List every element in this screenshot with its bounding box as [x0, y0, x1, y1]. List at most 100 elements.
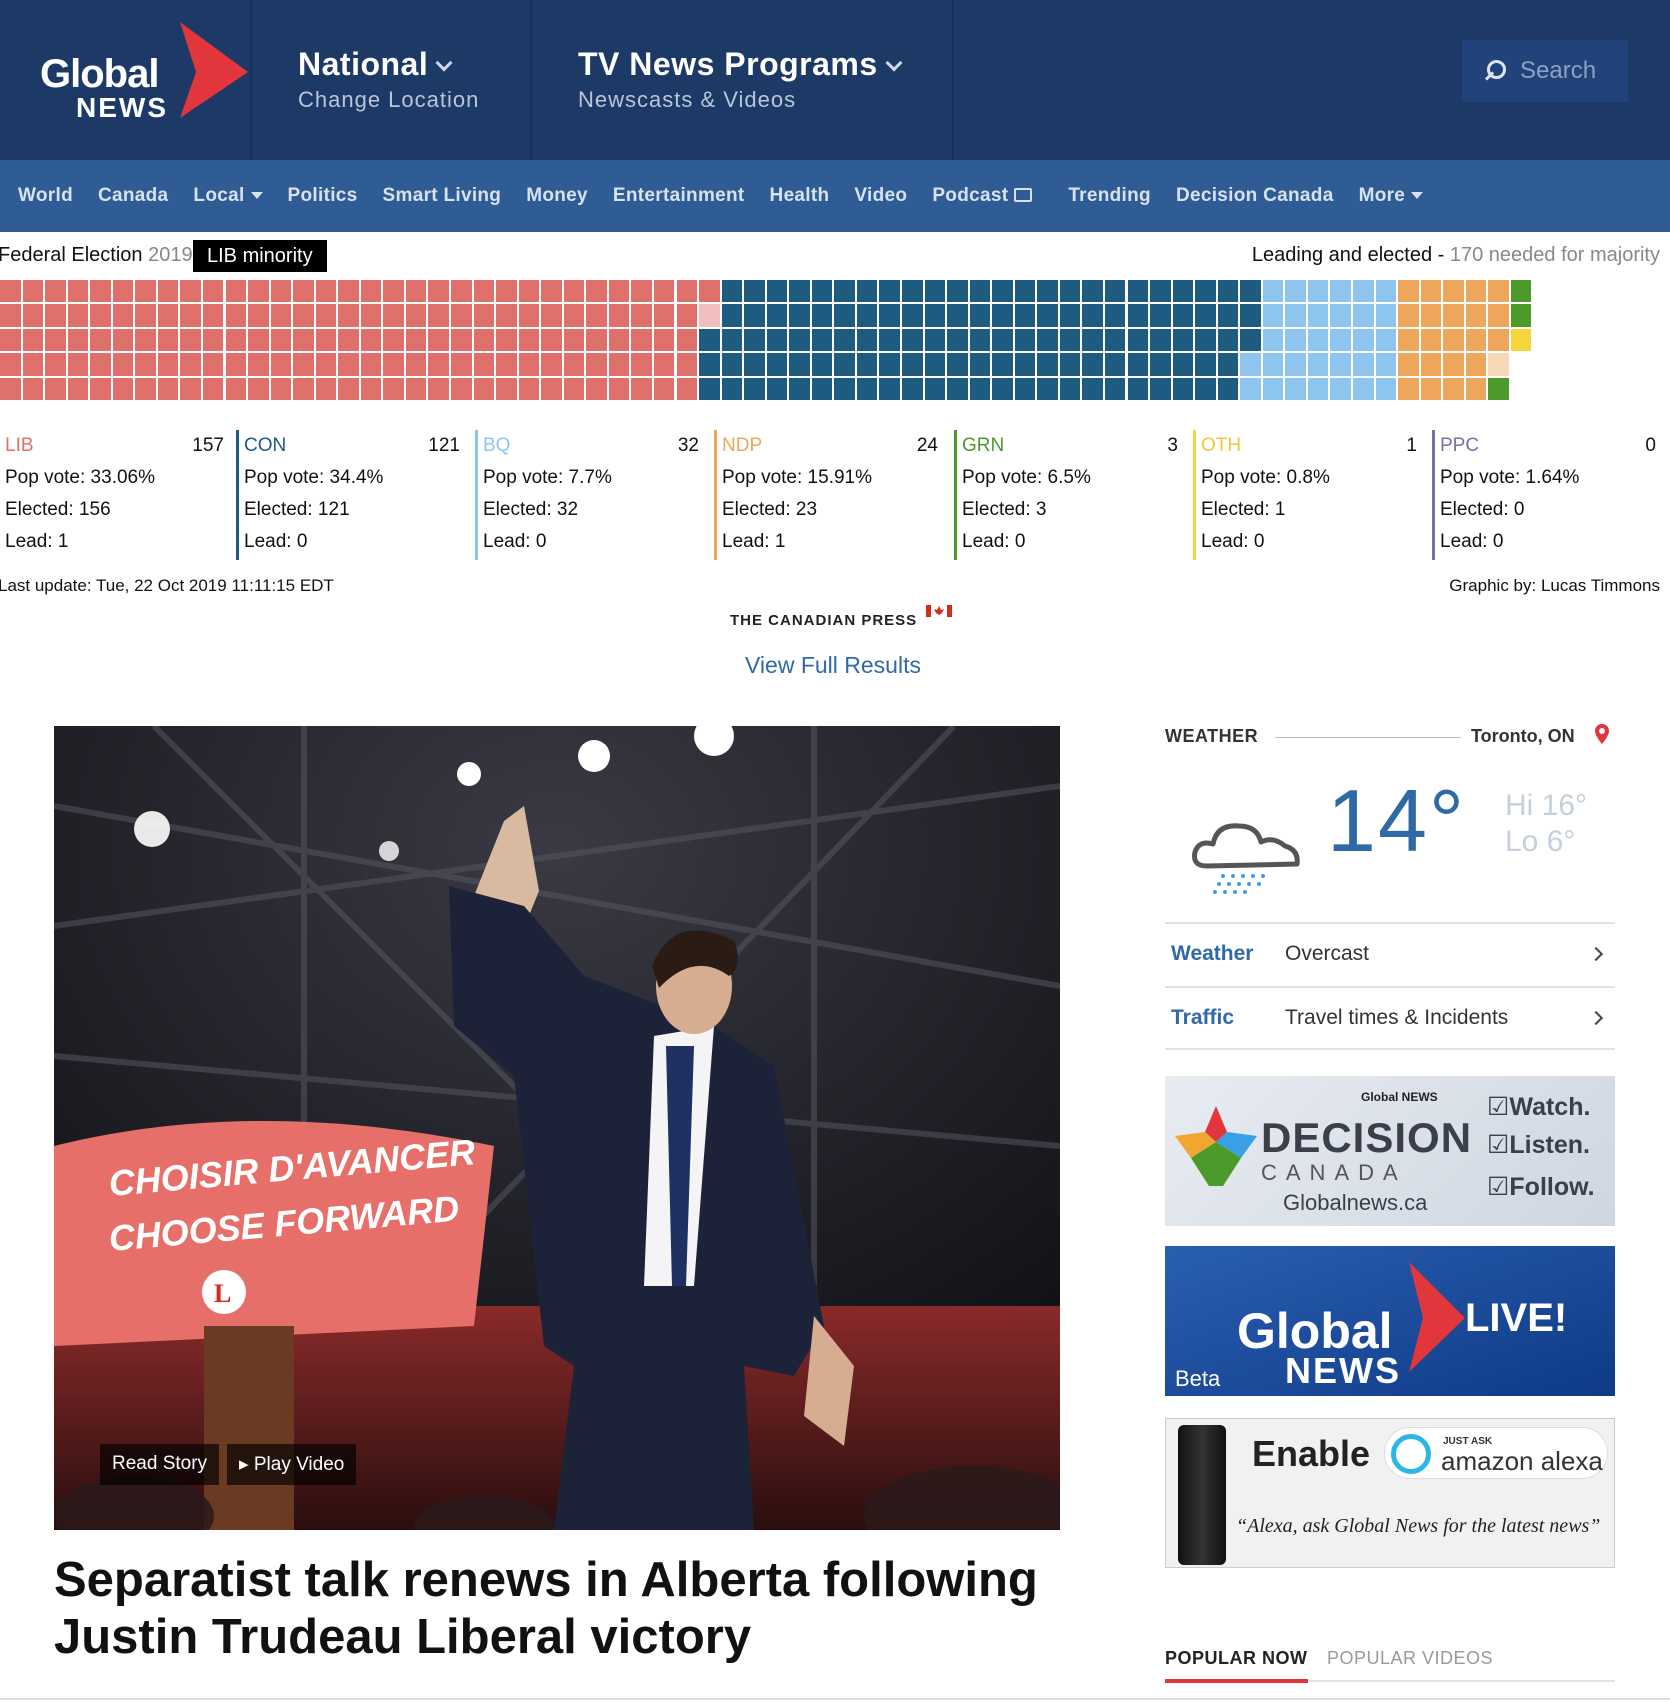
- seat-cell: [1262, 304, 1284, 327]
- seat-cell: [631, 304, 652, 327]
- seat-cell: [1240, 280, 1261, 303]
- nav-decision-canada[interactable]: Decision Canada: [1176, 185, 1334, 207]
- seat-cell: [1037, 377, 1058, 400]
- headline-link[interactable]: Separatist talk renews in Alberta follow…: [54, 1552, 1060, 1666]
- nav-more[interactable]: More: [1359, 185, 1424, 207]
- nav-trending[interactable]: Trending: [1068, 185, 1151, 207]
- party-pop-vote: Pop vote: 7.7%: [483, 467, 612, 488]
- search-box[interactable]: Search: [1462, 40, 1628, 102]
- hero-image[interactable]: L CHOISIR D'AVANCER CHOOSE FORWARD Read …: [54, 726, 1060, 1530]
- header-divider: [250, 0, 252, 160]
- weather-row-key: Weather: [1171, 942, 1254, 965]
- weather-location[interactable]: Toronto, ON: [1471, 726, 1575, 747]
- nav-smart-living[interactable]: Smart Living: [383, 185, 502, 207]
- seat-cell: [744, 328, 765, 352]
- seat-cell: [1240, 377, 1261, 400]
- nav-canada[interactable]: Canada: [98, 185, 168, 207]
- seat-cell: [969, 280, 991, 303]
- seat-cell: [631, 353, 652, 376]
- nav-local-label: Local: [193, 185, 245, 206]
- seat-cell: [947, 353, 968, 376]
- seat-cell: [270, 377, 292, 400]
- seat-cell: [969, 377, 991, 400]
- nav-podcast-label: Podcast: [932, 185, 1009, 206]
- header-divider: [952, 0, 954, 160]
- seat-cell: [1330, 353, 1351, 376]
- seat-cell: [721, 304, 743, 327]
- seat-cell: [293, 377, 314, 400]
- seat-cell: [563, 328, 585, 352]
- seat-cell: [834, 304, 855, 327]
- weather-row-value: Overcast: [1285, 942, 1370, 965]
- leading-label: Leading and elected -: [1251, 244, 1445, 266]
- nav-local[interactable]: Local: [193, 185, 262, 207]
- nav-world[interactable]: World: [18, 185, 73, 207]
- seat-cell: [157, 304, 179, 327]
- alexa-badge: JUST ASK amazon alexa: [1384, 1427, 1608, 1479]
- tab-popular-now[interactable]: POPULAR NOW: [1165, 1648, 1308, 1683]
- party-ndp: NDP 24 Pop vote: 15.91% Elected: 23 Lead:…: [714, 430, 946, 560]
- seat-cell: [1037, 304, 1058, 327]
- seat-cell: [766, 353, 788, 376]
- location-pin-icon[interactable]: [1595, 724, 1609, 744]
- seat-cell: [1195, 328, 1216, 352]
- seat-cell: [90, 377, 111, 400]
- nav-health[interactable]: Health: [770, 185, 830, 207]
- hi-lo: Hi 16° Lo 6°: [1505, 788, 1587, 860]
- seat-cell: [1465, 328, 1487, 352]
- ad-check-listen: ☑Listen.: [1487, 1131, 1590, 1159]
- nav-politics[interactable]: Politics: [288, 185, 358, 207]
- seat-cell: [1420, 304, 1442, 327]
- cloud-drizzle-icon: [1192, 823, 1300, 894]
- nav-entertainment[interactable]: Entertainment: [613, 185, 745, 207]
- seat-cell: [902, 328, 923, 352]
- party-pop-vote: Pop vote: 6.5%: [962, 467, 1091, 488]
- weather-link-row[interactable]: Weather Overcast: [1165, 922, 1615, 984]
- seat-cell: [1307, 328, 1329, 352]
- seat-cell: [992, 353, 1013, 376]
- seat-cell: [67, 353, 89, 376]
- chevron-down-icon: [885, 54, 903, 72]
- view-full-results-link[interactable]: View Full Results: [745, 652, 921, 679]
- seat-cell: [789, 328, 810, 352]
- play-video-button[interactable]: ▸ Play Video: [227, 1444, 357, 1485]
- seat-cell: [834, 377, 855, 400]
- seat-cell: [1082, 353, 1103, 376]
- seat-cell: [248, 328, 269, 352]
- traffic-link-row[interactable]: Traffic Travel times & Incidents: [1165, 986, 1615, 1048]
- seat-cell: [1465, 304, 1487, 327]
- nav-video[interactable]: Video: [854, 185, 907, 207]
- seat-cell: [383, 377, 404, 400]
- decision-canada-ad[interactable]: Global NEWS DECISION CANADA Globalnews.c…: [1165, 1076, 1615, 1226]
- alexa-ad[interactable]: Enable JUST ASK amazon alexa “Alexa, ask…: [1165, 1418, 1615, 1568]
- seat-cell: [360, 353, 382, 376]
- ad-title: DECISION: [1261, 1114, 1473, 1161]
- seat-cell: [1014, 280, 1036, 303]
- party-seats: 32: [677, 435, 699, 456]
- nav-money[interactable]: Money: [526, 185, 588, 207]
- seat-cell: [1398, 377, 1419, 400]
- nav-podcast[interactable]: Podcast: [932, 185, 1033, 207]
- hero-actions: Read Story ▸ Play Video: [100, 1444, 357, 1485]
- weather-widget[interactable]: 14° Hi 16° Lo 6°: [1165, 770, 1615, 920]
- seat-cell: [1330, 304, 1351, 327]
- party-pop-vote: Pop vote: 15.91%: [722, 467, 872, 488]
- seat-cell: [45, 280, 66, 303]
- seat-cell: [879, 304, 900, 327]
- seat-cell: [608, 377, 630, 400]
- edition-selector[interactable]: National Change Location: [298, 46, 479, 113]
- external-link-icon: [1014, 188, 1033, 202]
- seat-cell: [405, 353, 427, 376]
- tv-programs-menu[interactable]: TV News Programs Newscasts & Videos: [578, 46, 903, 113]
- global-news-live-ad[interactable]: Global NEWS LIVE! Beta: [1165, 1246, 1615, 1396]
- seat-cell: [518, 353, 540, 376]
- seat-cell: [608, 353, 630, 376]
- read-story-button[interactable]: Read Story: [100, 1444, 220, 1485]
- chevron-right-icon: [1588, 1010, 1604, 1026]
- tab-popular-videos[interactable]: POPULAR VIDEOS: [1327, 1648, 1493, 1669]
- seat-cell: [360, 304, 382, 327]
- seat-cell: [67, 377, 89, 400]
- global-news-logo[interactable]: Global NEWS: [40, 22, 248, 123]
- seat-cell: [563, 280, 585, 303]
- seat-cell: [383, 328, 404, 352]
